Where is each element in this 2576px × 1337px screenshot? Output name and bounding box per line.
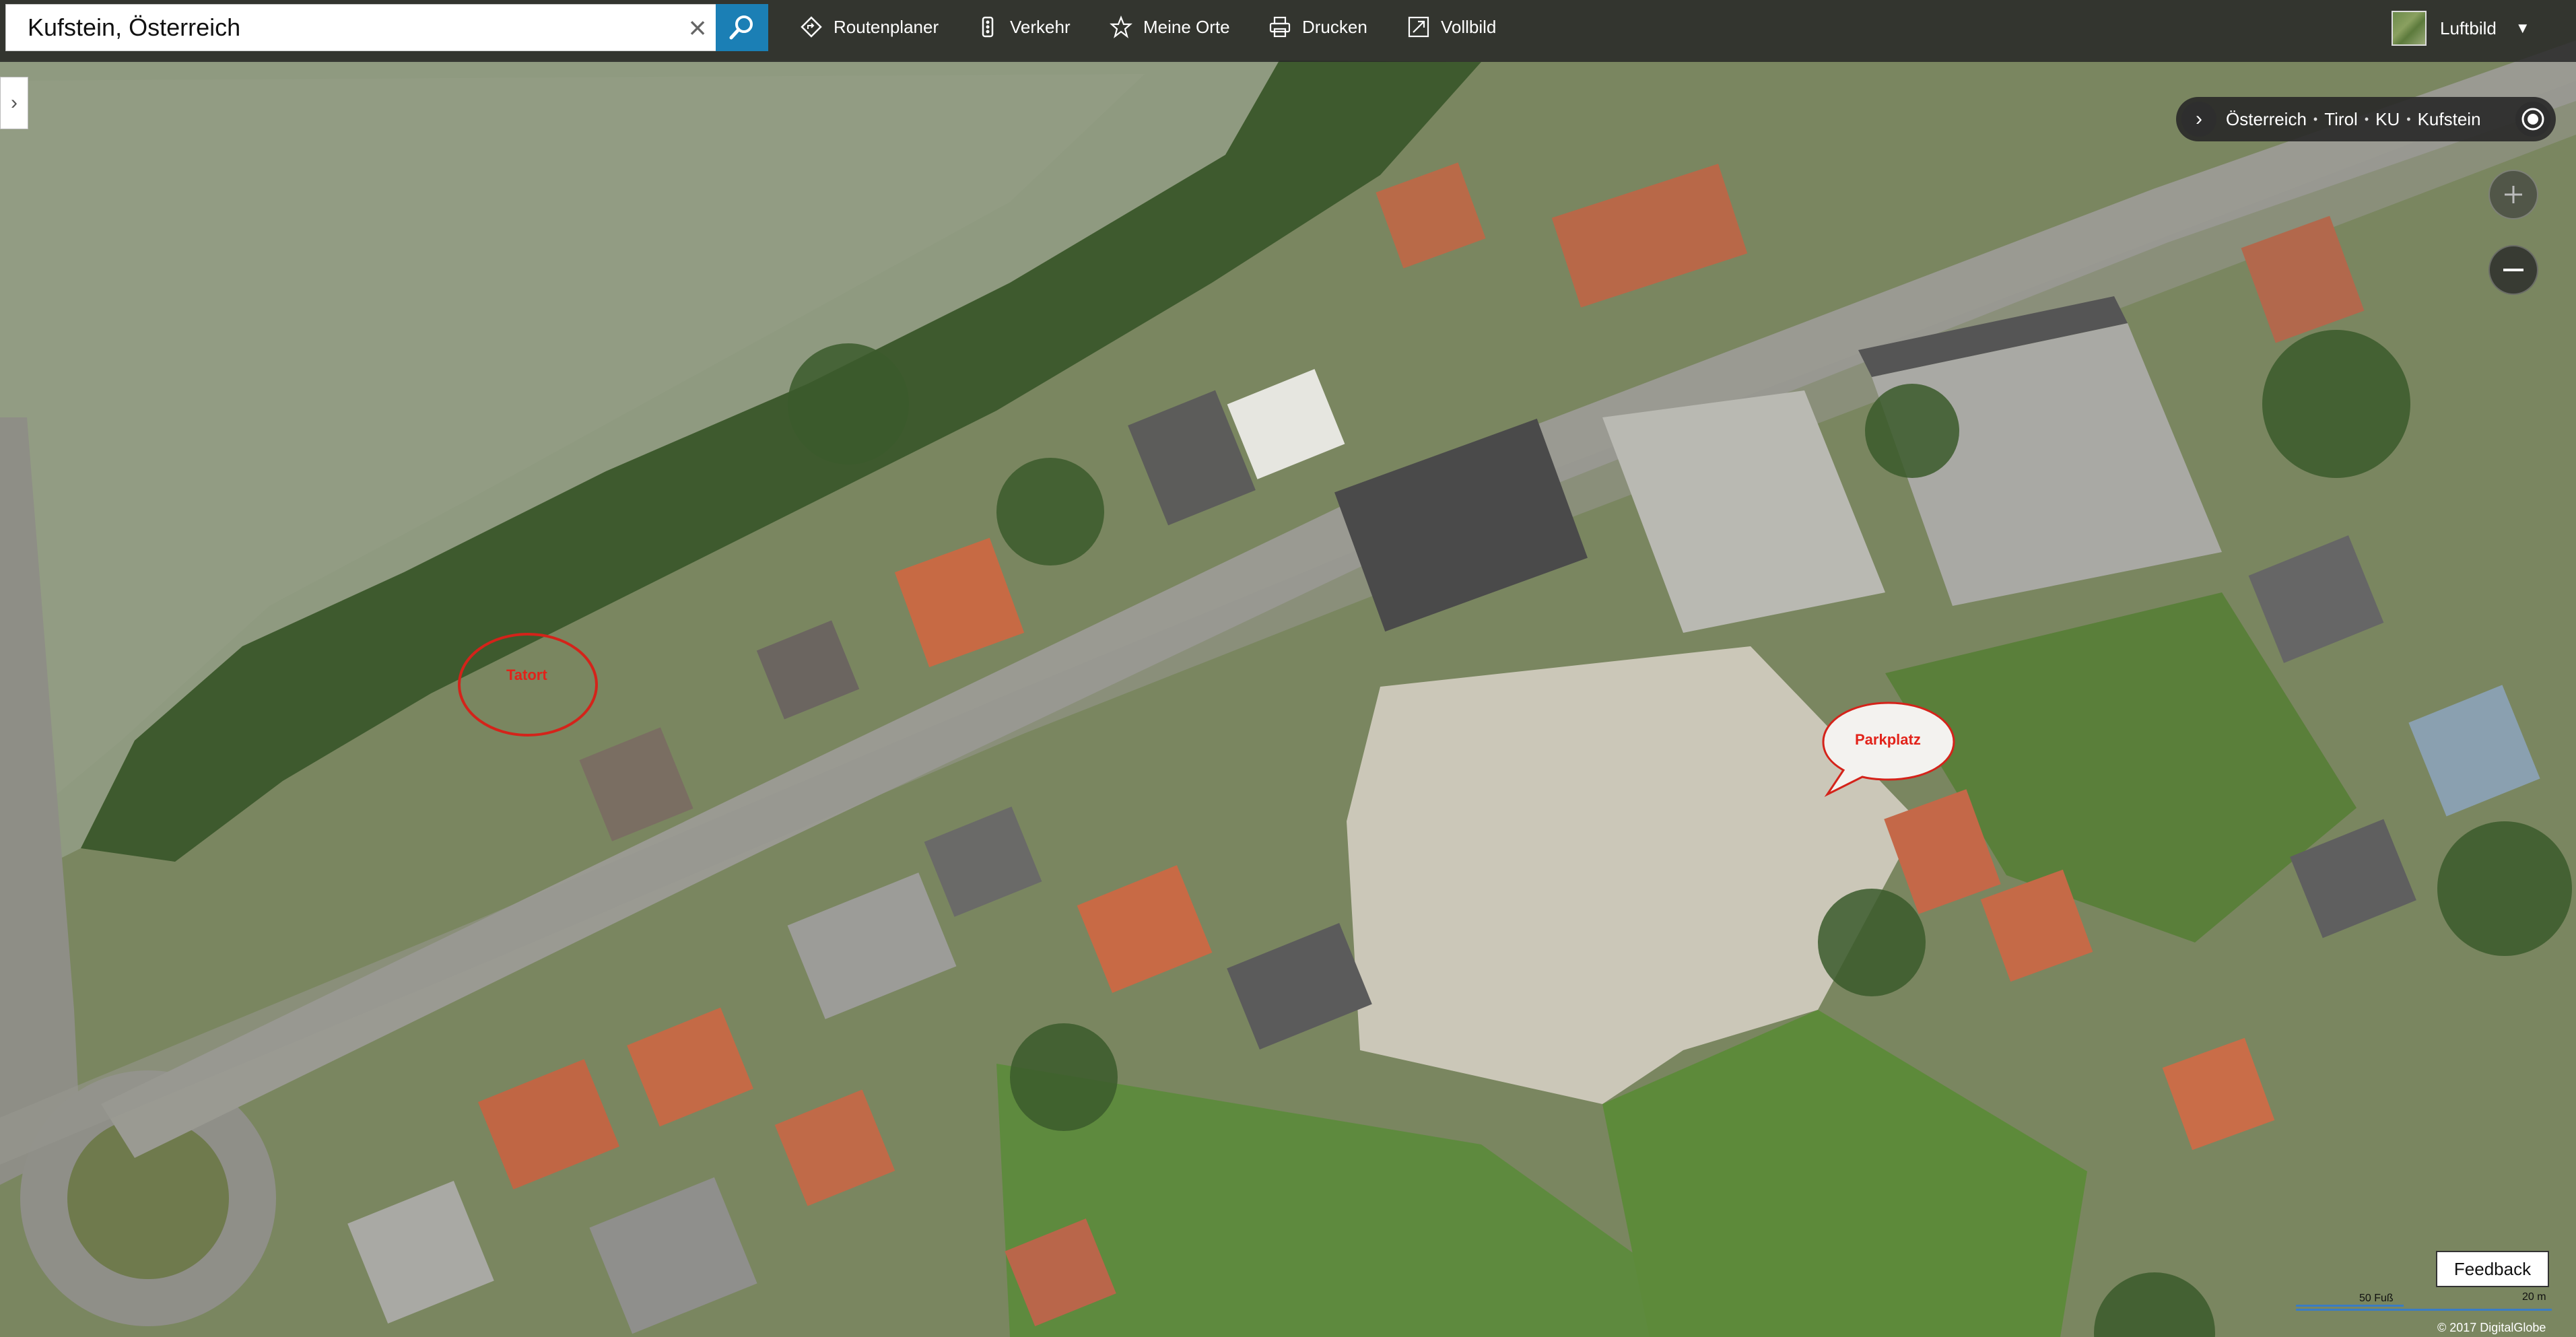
print-label: Drucken <box>1302 16 1367 37</box>
scale-feet-bar <box>2296 1305 2404 1307</box>
breadcrumb-district[interactable]: KU <box>2375 109 2400 130</box>
fullscreen-button[interactable]: Vollbild <box>1407 12 1496 42</box>
map-layer-selector[interactable]: Luftbild ▼ <box>2392 8 2530 48</box>
zoom-out-button[interactable] <box>2488 245 2538 295</box>
locate-me-button[interactable] <box>2515 102 2550 137</box>
layer-label: Luftbild <box>2440 18 2497 38</box>
star-icon <box>1110 15 1132 38</box>
zoom-in-button[interactable] <box>2488 170 2538 219</box>
print-button[interactable]: Drucken <box>1268 12 1367 42</box>
aerial-layer-thumbnail <box>2392 11 2427 46</box>
breadcrumb-separator: • <box>2313 112 2318 126</box>
route-planner-label: Routenplaner <box>834 16 939 37</box>
scale-meters-label: 20 m <box>2522 1291 2546 1303</box>
scale-feet-label: 50 Fuß <box>2359 1293 2394 1304</box>
parkplatz-label: Parkplatz <box>1855 731 1921 748</box>
fullscreen-icon <box>1407 15 1430 38</box>
chevron-right-icon: › <box>11 92 18 114</box>
breadcrumb-separator: • <box>2406 112 2411 126</box>
tatort-label: Tatort <box>506 666 547 683</box>
parkplatz-bubble <box>1822 701 1955 797</box>
breadcrumb-city[interactable]: Kufstein <box>2418 109 2481 130</box>
my-places-button[interactable]: Meine Orte <box>1110 12 1230 42</box>
minus-icon <box>2503 269 2523 271</box>
feedback-button[interactable]: Feedback <box>2436 1251 2549 1287</box>
copyright-notice: © 2017 DigitalGlobe <box>2437 1321 2546 1334</box>
traffic-light-icon <box>976 15 999 38</box>
route-planner-button[interactable]: Routenplaner <box>800 12 939 42</box>
breadcrumb-separator: • <box>2364 112 2369 126</box>
locate-icon <box>2521 108 2544 131</box>
route-icon <box>800 15 823 38</box>
top-toolbar: × Routenplaner Verkehr Meine Orte Drucke… <box>0 0 2576 62</box>
search-button[interactable] <box>716 4 768 51</box>
breadcrumb-country[interactable]: Österreich <box>2226 109 2307 130</box>
tatort-marker <box>458 633 598 736</box>
chevron-down-icon: ▼ <box>2515 20 2530 36</box>
chevron-right-icon: › <box>2196 108 2202 130</box>
traffic-label: Verkehr <box>1010 16 1071 37</box>
fullscreen-label: Vollbild <box>1441 16 1497 37</box>
location-breadcrumb: › Österreich • Tirol • KU • Kufstein <box>2176 97 2556 141</box>
plus-icon <box>2505 186 2522 203</box>
my-places-label: Meine Orte <box>1143 16 1230 37</box>
breadcrumb-expand-button[interactable]: › <box>2181 102 2216 137</box>
breadcrumb-state[interactable]: Tirol <box>2324 109 2358 130</box>
aerial-map[interactable]: Tatort Parkplatz <box>0 0 2576 1337</box>
aerial-imagery <box>0 0 2576 1337</box>
side-panel-toggle[interactable]: › <box>0 77 28 129</box>
scale-meters-bar <box>2296 1309 2552 1311</box>
search-input[interactable] <box>6 5 679 50</box>
traffic-button[interactable]: Verkehr <box>976 12 1071 42</box>
search-box: × <box>5 4 717 51</box>
clear-search-button[interactable]: × <box>683 12 712 43</box>
search-icon <box>729 15 753 40</box>
printer-icon <box>1268 15 1291 38</box>
